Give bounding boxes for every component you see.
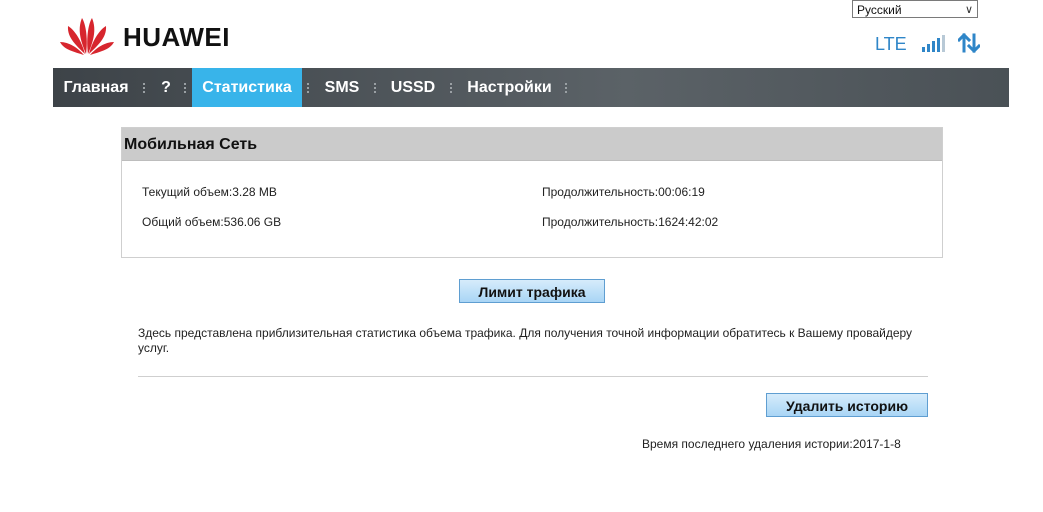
nav-separator bbox=[184, 83, 186, 93]
mobile-network-panel: Мобильная Сеть Текущий объем:3.28 MB Про… bbox=[121, 127, 943, 258]
traffic-limit-button[interactable]: Лимит трафика bbox=[459, 279, 605, 303]
statistics-note: Здесь представлена приблизительная стати… bbox=[138, 326, 913, 355]
nav-separator bbox=[450, 83, 452, 93]
language-value: Русский bbox=[857, 3, 902, 17]
nav-item-home[interactable]: Главная bbox=[53, 68, 139, 107]
total-duration: Продолжительность:1624:42:02 bbox=[542, 215, 719, 229]
nav-item-ussd[interactable]: USSD bbox=[384, 68, 442, 107]
huawei-logo-icon bbox=[60, 18, 114, 55]
chevron-down-icon: ∨ bbox=[964, 4, 973, 16]
nav-item-sms[interactable]: SMS bbox=[316, 68, 368, 107]
nav-separator bbox=[307, 83, 309, 93]
main-nav: Главная ? Статистика SMS USSD Настройки bbox=[53, 68, 1009, 107]
data-transfer-icon bbox=[958, 32, 980, 54]
current-volume: Текущий объем:3.28 MB bbox=[142, 185, 277, 199]
divider bbox=[138, 376, 928, 377]
nav-item-settings[interactable]: Настройки bbox=[460, 68, 559, 107]
nav-item-statistics[interactable]: Статистика bbox=[192, 68, 302, 107]
current-duration: Продолжительность:00:06:19 bbox=[542, 185, 705, 199]
language-select[interactable]: Русский ∨ bbox=[852, 0, 978, 18]
total-volume: Общий объем:536.06 GB bbox=[142, 215, 282, 229]
header: HUAWEI Русский ∨ LTE bbox=[53, 0, 1009, 68]
panel-title: Мобильная Сеть bbox=[122, 128, 942, 161]
nav-separator bbox=[374, 83, 376, 93]
nav-separator bbox=[143, 83, 145, 93]
signal-strength-icon bbox=[922, 35, 945, 52]
delete-history-button[interactable]: Удалить историю bbox=[766, 393, 928, 417]
last-delete-time: Время последнего удаления истории:2017-1… bbox=[642, 437, 901, 451]
nav-separator bbox=[565, 83, 567, 93]
network-type: LTE bbox=[875, 34, 907, 54]
brand-name: HUAWEI bbox=[123, 22, 230, 52]
nav-item-help[interactable]: ? bbox=[151, 68, 181, 107]
